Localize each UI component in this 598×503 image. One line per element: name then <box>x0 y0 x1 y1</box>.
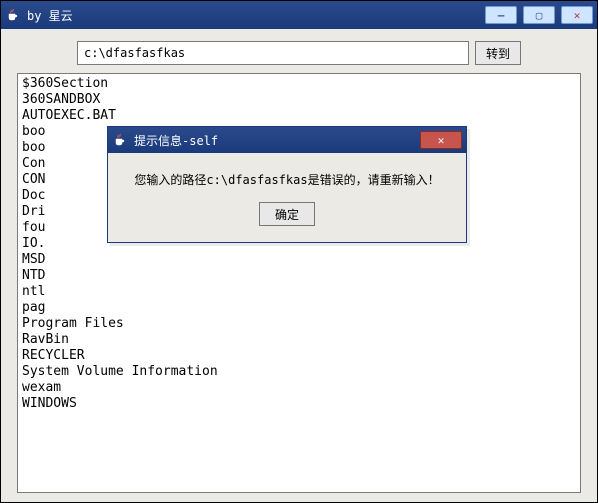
close-button[interactable]: ✕ <box>561 6 593 24</box>
content-area: 转到 $360Section 360SANDBOX AUTOEXEC.BAT b… <box>1 29 597 502</box>
dialog-titlebar: 提示信息-self ✕ <box>108 127 466 153</box>
error-dialog: 提示信息-self ✕ 您输入的路径c:\dfasfasfkas是错误的，请重新… <box>107 126 467 243</box>
path-row: 转到 <box>77 41 521 65</box>
dialog-close-button[interactable]: ✕ <box>420 131 462 149</box>
window-title: by 星云 <box>27 7 485 24</box>
minimize-button[interactable]: — <box>485 6 517 24</box>
dialog-ok-button[interactable]: 确定 <box>259 202 315 226</box>
window-controls: — ▢ ✕ <box>485 6 593 24</box>
dialog-body: 您输入的路径c:\dfasfasfkas是错误的，请重新输入！ 确定 <box>108 153 466 242</box>
java-icon <box>112 132 128 148</box>
main-titlebar: by 星云 — ▢ ✕ <box>1 1 597 29</box>
dialog-message: 您输入的路径c:\dfasfasfkas是错误的，请重新输入！ <box>120 171 454 188</box>
go-button[interactable]: 转到 <box>475 41 521 65</box>
path-input[interactable] <box>77 41 469 65</box>
maximize-button[interactable]: ▢ <box>523 6 555 24</box>
java-icon <box>5 7 21 23</box>
dialog-title: 提示信息-self <box>134 132 420 149</box>
